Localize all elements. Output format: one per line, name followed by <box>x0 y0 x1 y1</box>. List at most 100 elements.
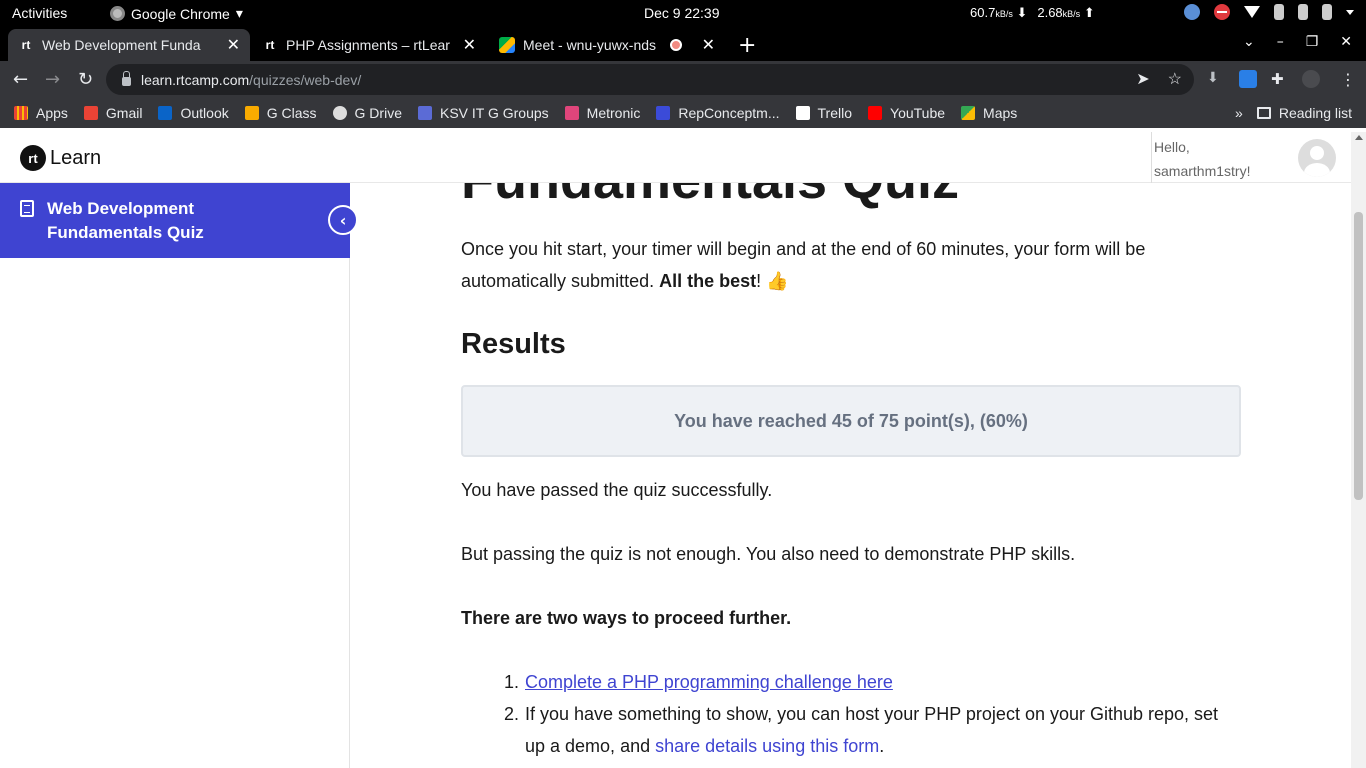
tab-title: Web Development Funda <box>42 37 201 53</box>
new-tab-button[interactable]: + <box>738 33 756 58</box>
app-name: Google Chrome <box>131 5 230 22</box>
bookmark-outlook[interactable]: Outlook <box>158 105 229 121</box>
share-details-link[interactable]: share details using this form <box>655 736 879 756</box>
list-item: 1. Complete a PHP programming challenge … <box>461 666 1241 698</box>
bookmark-label: RepConceptm... <box>678 105 780 121</box>
reading-list-button[interactable]: Reading list <box>1256 105 1352 121</box>
scrollbar-thumb[interactable] <box>1354 212 1363 500</box>
rtlearn-logo[interactable]: rt Learn <box>20 145 101 171</box>
classroom-icon <box>244 106 259 120</box>
user-tray-icon[interactable] <box>1184 4 1200 20</box>
download-icon[interactable]: ⬇ <box>1207 70 1225 88</box>
passed-message: You have passed the quiz successfully. <box>461 480 773 500</box>
address-bar[interactable]: learn.rtcamp.com/quizzes/web-dev/ ➤ ☆ <box>106 64 1194 95</box>
bookmark-label: KSV IT G Groups <box>439 105 549 121</box>
power-icon[interactable] <box>1322 4 1332 20</box>
url-host: learn.rtcamp.com <box>141 71 250 88</box>
bookmark-star-icon[interactable]: ☆ <box>1168 69 1182 89</box>
upload-arrow-icon: ⬆ <box>1083 5 1095 20</box>
close-tab-icon[interactable]: ✕ <box>463 35 476 55</box>
trello-icon <box>795 106 810 120</box>
close-tab-icon[interactable]: ✕ <box>702 35 715 55</box>
upload-speed: 2.68 <box>1037 5 1063 20</box>
bookmarks-overflow-button[interactable]: » <box>1235 105 1243 121</box>
score-text: You have reached 45 of 75 point(s), (60%… <box>674 410 1028 431</box>
meet-icon <box>499 37 515 53</box>
list-number: 1. <box>503 672 519 692</box>
bookmark-metronic[interactable]: Metronic <box>564 105 640 121</box>
profile-avatar[interactable] <box>1302 70 1320 88</box>
page-scrollbar[interactable] <box>1351 132 1366 768</box>
scroll-up-icon[interactable] <box>1355 135 1363 140</box>
intro-bold: All the best <box>659 271 757 291</box>
rtcamp-favicon-icon: rt <box>21 38 31 52</box>
microphone-icon[interactable] <box>1298 4 1308 20</box>
window-controls: ⌄ – ❐ ✕ <box>1243 34 1352 50</box>
sidebar-item-quiz[interactable]: Web Development Fundamentals Quiz <box>0 183 350 258</box>
volume-icon[interactable] <box>1274 4 1284 20</box>
extension-fi-icon[interactable] <box>1239 70 1257 88</box>
bookmark-ksv-it-groups[interactable]: KSV IT G Groups <box>417 105 549 121</box>
wifi-icon[interactable] <box>1244 6 1260 18</box>
chrome-menu-icon[interactable]: ⋮ <box>1340 70 1358 89</box>
user-menu[interactable]: Hello, samarthm1stry! <box>1151 132 1351 183</box>
bookmark-label: YouTube <box>890 105 946 121</box>
lock-icon[interactable] <box>122 71 131 86</box>
gmail-icon <box>83 106 98 120</box>
tab-title: PHP Assignments – rtLear <box>286 37 450 53</box>
restore-icon[interactable]: ❐ <box>1306 34 1319 50</box>
bookmark-repconcept[interactable]: RepConceptm... <box>656 105 780 121</box>
score-box: You have reached 45 of 75 point(s), (60%… <box>461 385 1241 457</box>
forward-arrow-icon[interactable]: → <box>45 69 60 90</box>
logo-text: Learn <box>50 146 102 169</box>
tab-search-chevron-icon[interactable]: ⌄ <box>1243 34 1255 50</box>
system-tray[interactable] <box>1184 4 1354 20</box>
activities-button[interactable]: Activities <box>12 5 67 21</box>
bookmark-g-class[interactable]: G Class <box>244 105 317 121</box>
download-arrow-icon: ⬇ <box>1016 5 1028 20</box>
ways-heading: There are two ways to proceed further. <box>461 608 792 628</box>
back-arrow-icon[interactable]: ← <box>13 69 28 90</box>
clock[interactable]: Dec 9 22:39 <box>644 5 720 21</box>
tray-chevron-down-icon[interactable] <box>1346 9 1354 15</box>
os-top-bar: Activities Google Chrome ▾ Dec 9 22:39 6… <box>0 0 1366 27</box>
bookmarks-bar-right: » Reading list <box>1235 105 1352 121</box>
extensions-puzzle-icon[interactable]: ✚ <box>1271 70 1289 88</box>
tab-web-development-quiz[interactable]: rt Web Development Funda ✕ <box>8 29 250 61</box>
collapse-sidebar-button[interactable]: ‹ <box>328 205 358 235</box>
logo-mark: rt <box>20 145 46 171</box>
maps-icon <box>961 106 976 120</box>
list-number: 2. <box>503 704 519 724</box>
bookmark-label: Gmail <box>105 105 143 121</box>
globe-icon <box>332 106 347 120</box>
app-menu[interactable]: Google Chrome ▾ <box>110 5 243 22</box>
outlook-icon <box>158 106 173 120</box>
bookmark-g-drive[interactable]: G Drive <box>332 105 402 121</box>
next-steps-list: 1. Complete a PHP programming challenge … <box>461 666 1241 762</box>
apps-grid-icon <box>14 106 28 120</box>
php-challenge-link[interactable]: Complete a PHP programming challenge her… <box>525 672 893 692</box>
close-tab-icon[interactable]: ✕ <box>227 35 240 55</box>
reload-icon[interactable]: ↻ <box>78 69 93 90</box>
tab-php-assignments[interactable]: rt PHP Assignments – rtLear ✕ <box>252 29 486 61</box>
do-not-disturb-icon[interactable] <box>1214 4 1230 20</box>
repconcept-icon <box>656 106 671 120</box>
download-unit: kB/s <box>995 9 1013 19</box>
bookmark-trello[interactable]: Trello <box>795 105 852 121</box>
sidebar: Web Development Fundamentals Quiz ‹ <box>0 183 358 768</box>
sidebar-item-label: Web Development Fundamentals Quiz <box>47 199 204 242</box>
send-to-device-icon[interactable]: ➤ <box>1136 69 1149 89</box>
omnibox-actions: ➤ ☆ <box>1136 69 1182 89</box>
tab-meet[interactable]: Meet - wnu-yuwx-nds ✕ <box>489 29 725 61</box>
bookmark-maps[interactable]: Maps <box>961 105 1017 121</box>
reading-list-icon <box>1256 107 1271 119</box>
bookmark-apps[interactable]: Apps <box>14 105 68 121</box>
bookmark-gmail[interactable]: Gmail <box>83 105 143 121</box>
bookmark-youtube[interactable]: YouTube <box>868 105 945 121</box>
chevron-down-icon: ▾ <box>235 5 243 21</box>
minimize-icon[interactable]: – <box>1277 34 1284 50</box>
tab-strip: rt Web Development Funda ✕ rt PHP Assign… <box>0 27 1366 61</box>
avatar[interactable] <box>1298 139 1336 177</box>
close-window-icon[interactable]: ✕ <box>1340 34 1352 50</box>
metronic-icon <box>564 106 579 120</box>
